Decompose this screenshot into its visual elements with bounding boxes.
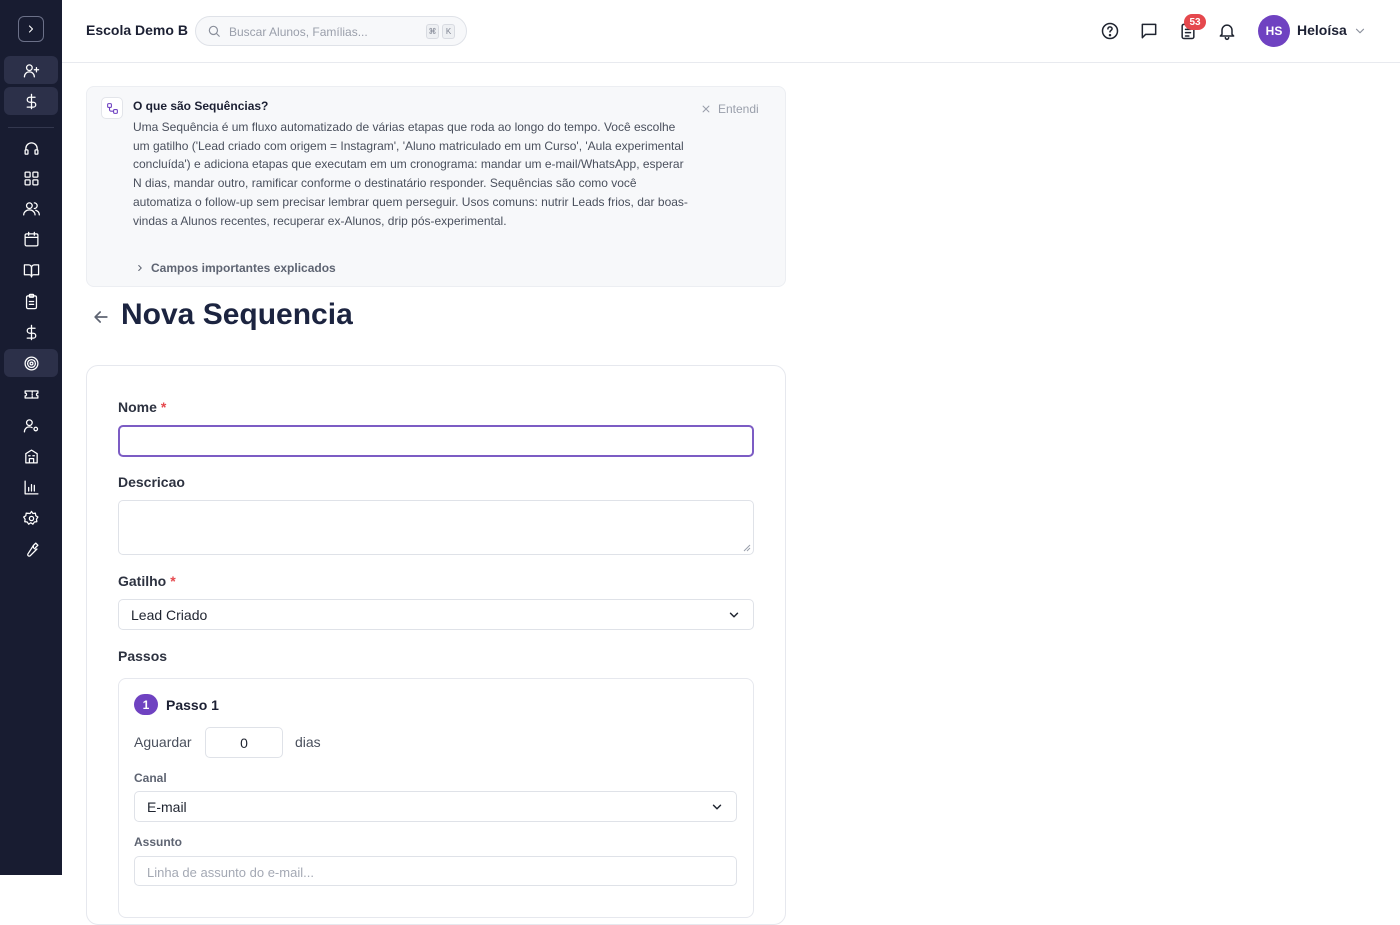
dashboard-icon [23, 170, 39, 186]
sidebar-item-tools[interactable] [4, 535, 58, 563]
calendar-icon [23, 231, 39, 247]
info-title: O que são Sequências? [133, 99, 269, 113]
name-input[interactable] [118, 425, 754, 457]
users-icon [22, 201, 40, 216]
days-label: dias [295, 734, 321, 750]
shortcut-key-cmd: ⌘ [426, 24, 439, 39]
shortcut-key-k: K [442, 24, 455, 39]
subject-input[interactable]: Linha de assunto do e-mail... [134, 856, 737, 886]
dollar-icon [26, 93, 36, 109]
name-label-text: Nome [118, 399, 157, 415]
sidebar-item-courses[interactable] [4, 256, 58, 284]
user-settings-icon [23, 418, 38, 433]
trigger-label-text: Gatilho [118, 573, 167, 589]
clipboard-icon [25, 293, 37, 309]
subject-placeholder: Linha de assunto do e-mail... [147, 865, 314, 880]
chart-icon [23, 479, 39, 495]
tasks-count-badge: 53 [1184, 14, 1206, 30]
user-name[interactable]: Heloísa [1297, 22, 1347, 38]
sidebar-item-calendar[interactable] [4, 225, 58, 253]
chevron-right-icon [28, 25, 34, 33]
headset-icon [23, 141, 39, 155]
chevron-down-icon[interactable] [1353, 24, 1367, 38]
required-mark: * [170, 573, 176, 589]
book-icon [23, 263, 39, 278]
description-textarea[interactable] [118, 500, 754, 555]
sidebar-expand-button[interactable] [18, 16, 44, 42]
channel-selected-value: E-mail [147, 799, 187, 815]
chevron-down-icon [712, 804, 722, 810]
wait-label: Aguardar [134, 734, 192, 750]
steps-label: Passos [118, 648, 168, 664]
channel-select[interactable]: E-mail [134, 791, 737, 822]
notifications-button[interactable] [1217, 21, 1237, 41]
resize-grip-icon[interactable] [743, 544, 751, 552]
user-avatar[interactable]: HS [1258, 15, 1290, 47]
chat-icon [1141, 23, 1157, 39]
close-icon [702, 105, 710, 113]
sidebar-item-new-lead[interactable] [4, 56, 58, 84]
wait-days-input[interactable]: 0 [205, 727, 283, 758]
sidebar-item-support[interactable] [4, 134, 58, 162]
trigger-select[interactable]: Lead Criado [118, 599, 754, 630]
help-button[interactable] [1100, 21, 1120, 41]
chevron-right-icon [138, 264, 142, 272]
description-field-label: Descricao [118, 474, 185, 490]
sidebar-item-reports[interactable] [4, 473, 58, 501]
top-header: Escola Demo B Buscar Alunos, Famílias...… [62, 0, 1400, 63]
sidebar-item-settings[interactable] [4, 504, 58, 532]
dismiss-button[interactable]: Entendi [701, 102, 759, 116]
messages-button[interactable] [1139, 21, 1159, 41]
trigger-field-label: Gatilho * [118, 573, 176, 589]
step-title: Passo 1 [166, 697, 219, 713]
sidebar-item-finance-quick[interactable] [4, 87, 58, 115]
required-mark: * [160, 399, 167, 415]
gear-icon [22, 510, 39, 525]
sidebar [0, 0, 62, 875]
sidebar-item-dashboard[interactable] [4, 164, 58, 192]
step-number-badge: 1 [134, 694, 158, 715]
sidebar-item-tasks[interactable] [4, 287, 58, 315]
ticket-icon [23, 389, 39, 399]
sidebar-item-sequences[interactable] [4, 349, 58, 377]
school-name[interactable]: Escola Demo B [86, 22, 188, 38]
dismiss-label: Entendi [718, 102, 759, 116]
global-search[interactable]: Buscar Alunos, Famílias... ⌘ K [195, 16, 467, 46]
workflow-icon [101, 97, 123, 119]
sidebar-divider [8, 127, 54, 128]
bell-icon [1219, 24, 1235, 41]
name-field-label: Nome * [118, 399, 166, 415]
chevron-down-icon [729, 612, 739, 618]
wrench-icon [26, 541, 39, 557]
info-body: Uma Sequência é um fluxo automatizado de… [133, 120, 688, 228]
sequences-info-banner: O que são Sequências? Uma Sequência é um… [86, 86, 786, 287]
sidebar-item-people[interactable] [4, 194, 58, 222]
sidebar-item-school[interactable] [4, 442, 58, 470]
building-icon [24, 448, 38, 464]
page-title: Nova Sequencia [121, 298, 353, 331]
back-arrow-icon[interactable] [91, 307, 111, 327]
user-plus-icon [23, 63, 39, 78]
sidebar-item-tickets[interactable] [4, 380, 58, 408]
channel-label: Canal [134, 771, 167, 785]
help-circle-icon [1101, 22, 1119, 40]
important-fields-label: Campos importantes explicados [151, 261, 336, 275]
search-placeholder: Buscar Alunos, Famílias... [229, 25, 368, 39]
subject-label: Assunto [134, 835, 182, 849]
trigger-selected-value: Lead Criado [131, 607, 208, 623]
sidebar-item-staff[interactable] [4, 411, 58, 439]
dollar-icon [26, 324, 36, 340]
search-icon [208, 25, 220, 37]
sidebar-item-finance[interactable] [4, 318, 58, 346]
important-fields-toggle[interactable]: Campos importantes explicados [135, 261, 336, 275]
target-icon [23, 355, 39, 371]
